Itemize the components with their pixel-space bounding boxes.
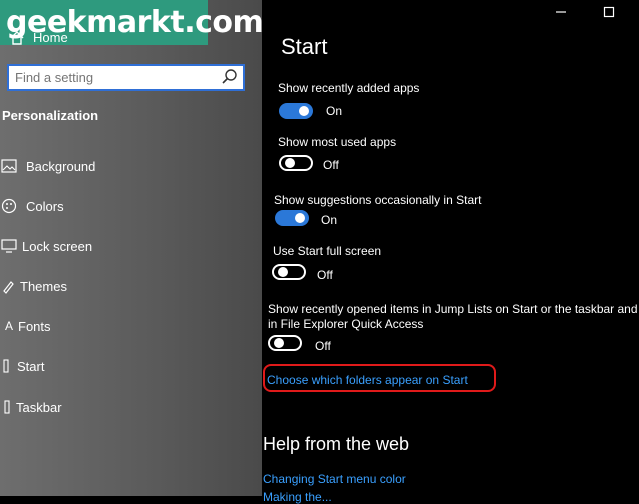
setting-label-recently-added: Show recently added apps bbox=[278, 81, 420, 95]
help-link-more[interactable]: Making the... bbox=[263, 490, 332, 504]
help-link-start-color[interactable]: Changing Start menu color bbox=[263, 472, 406, 486]
sidebar-item-label: Background bbox=[26, 158, 96, 174]
help-title: Help from the web bbox=[263, 434, 410, 454]
search-box[interactable] bbox=[7, 64, 245, 91]
toggle-state-recently-added: On bbox=[326, 104, 343, 118]
watermark-logo: geekmarkt.com bbox=[0, 0, 262, 45]
toggle-knob bbox=[278, 267, 288, 277]
sidebar-item-themes[interactable]: Themes bbox=[0, 275, 262, 297]
page-title: Start bbox=[281, 34, 328, 59]
toggle-jump-lists[interactable] bbox=[268, 335, 302, 351]
toggle-knob bbox=[285, 158, 295, 168]
sidebar-item-label: Start bbox=[17, 358, 45, 374]
toggle-state-suggestions: On bbox=[321, 213, 338, 227]
palette-icon bbox=[0, 197, 18, 215]
toggle-full-screen[interactable] bbox=[272, 264, 306, 280]
toggle-knob bbox=[295, 213, 305, 223]
sidebar-item-label: Themes bbox=[20, 278, 67, 294]
section-title: Personalization bbox=[2, 108, 99, 123]
sidebar-item-label: Taskbar bbox=[16, 399, 62, 415]
toggle-state-jump-lists: Off bbox=[315, 339, 331, 353]
picture-icon bbox=[0, 157, 18, 175]
sidebar-item-label: Fonts bbox=[18, 318, 51, 334]
sidebar-item-lock-screen[interactable]: Lock screen bbox=[0, 235, 262, 257]
settings-main: Start Show recently added apps On Show m… bbox=[262, 0, 639, 504]
sidebar-item-fonts[interactable]: A Fonts bbox=[0, 315, 262, 337]
toggle-state-full-screen: Off bbox=[317, 268, 333, 282]
sidebar-item-label: Colors bbox=[26, 198, 64, 214]
sidebar-item-background[interactable]: Background bbox=[0, 155, 262, 177]
start-icon bbox=[0, 357, 18, 375]
toggle-knob bbox=[299, 106, 309, 116]
toggle-knob bbox=[274, 338, 284, 348]
minimize-icon[interactable] bbox=[554, 5, 568, 19]
sidebar-item-label: Lock screen bbox=[22, 238, 93, 254]
settings-sidebar: geekmarkt.com Home Personalization Backg… bbox=[0, 0, 262, 496]
font-icon: A bbox=[4, 319, 13, 333]
toggle-most-used[interactable] bbox=[279, 155, 313, 171]
home-icon[interactable] bbox=[9, 30, 25, 46]
choose-folders-link[interactable]: Choose which folders appear on Start bbox=[267, 373, 468, 387]
setting-label-most-used: Show most used apps bbox=[278, 135, 397, 149]
toggle-state-most-used: Off bbox=[323, 158, 339, 172]
search-input[interactable] bbox=[9, 66, 215, 89]
setting-label-jump-lists: Show recently opened items in Jump Lists… bbox=[268, 302, 638, 331]
sidebar-item-colors[interactable]: Colors bbox=[0, 195, 262, 217]
sidebar-item-taskbar[interactable]: Taskbar bbox=[0, 396, 262, 418]
maximize-icon[interactable] bbox=[602, 5, 616, 19]
setting-label-full-screen: Use Start full screen bbox=[273, 244, 382, 258]
toggle-recently-added[interactable] bbox=[279, 103, 313, 119]
setting-label-suggestions: Show suggestions occasionally in Start bbox=[274, 193, 482, 207]
brush-icon bbox=[0, 277, 18, 295]
search-icon[interactable] bbox=[221, 68, 239, 86]
sidebar-item-start[interactable]: Start bbox=[0, 355, 262, 377]
home-link[interactable]: Home bbox=[33, 30, 68, 45]
monitor-icon bbox=[0, 237, 18, 255]
toggle-suggestions[interactable] bbox=[275, 210, 309, 226]
